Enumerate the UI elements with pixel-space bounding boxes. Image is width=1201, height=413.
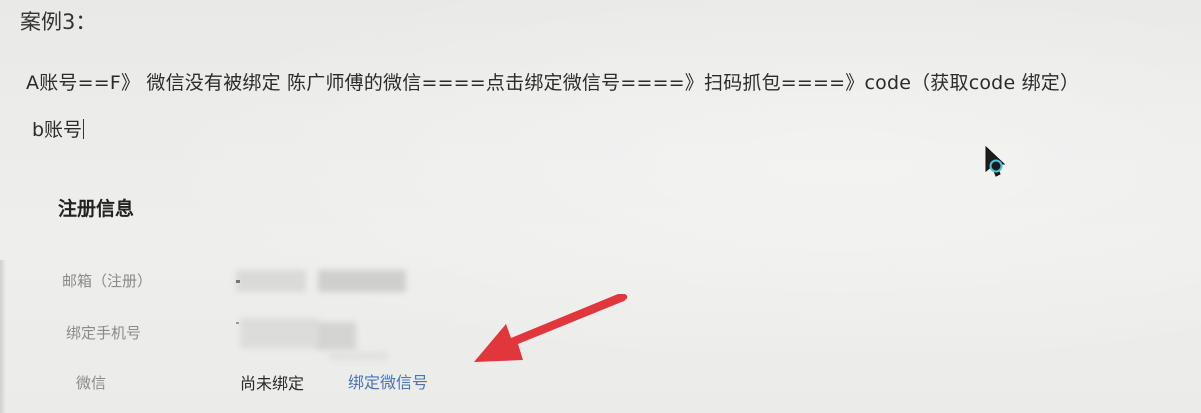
redacted-phone-part <box>316 322 356 350</box>
wechat-label: 微信 <box>76 374 107 392</box>
redacted-phone-part <box>240 318 318 348</box>
redacted-email-part <box>236 270 306 292</box>
redaction-artifact <box>236 322 239 324</box>
email-label: 邮箱（注册） <box>62 272 153 290</box>
account-b-text: b账号 <box>32 119 83 141</box>
registration-info-title: 注册信息 <box>58 198 135 220</box>
redacted-email-part <box>318 270 406 292</box>
red-arrow-annotation <box>474 294 628 362</box>
redacted-phone-part <box>330 352 388 360</box>
redaction-artifact <box>236 280 240 283</box>
flow-description: A账号==F》 微信没有被绑定 陈广师傅的微信====点击绑定微信号====》扫… <box>26 72 1080 94</box>
wechat-status: 尚未绑定 <box>240 374 305 393</box>
text-cursor <box>83 119 85 139</box>
phone-label: 绑定手机号 <box>66 324 142 342</box>
account-b-line[interactable]: b账号 <box>32 115 85 142</box>
mouse-pointer-icon <box>985 145 1006 177</box>
monitor-edge <box>0 260 6 413</box>
case-title: 案例3： <box>20 10 97 34</box>
bind-wechat-link[interactable]: 绑定微信号 <box>348 369 428 393</box>
